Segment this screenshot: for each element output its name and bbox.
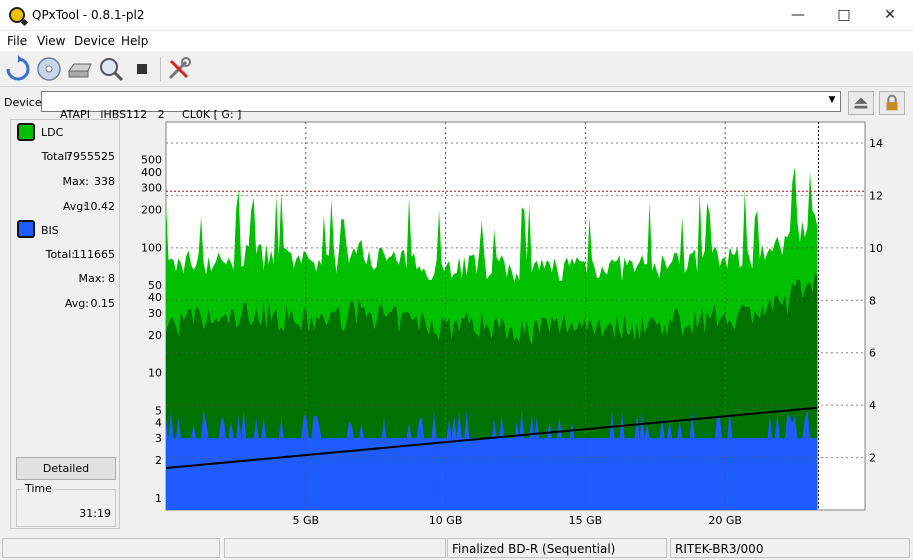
lock-button[interactable] [879, 91, 905, 115]
y-left-tick-label-13: 400 [141, 166, 162, 179]
ldc-total-value: 7955525 [66, 150, 115, 163]
toolbar-separator [160, 57, 161, 81]
x-tick-label-2: 15 GB [569, 514, 603, 527]
y-right-tick-label-1: 4 [869, 399, 876, 412]
time-value: 31:19 [79, 507, 111, 520]
y-left-tick-label-1: 2 [155, 454, 162, 467]
y-left-tick-label-0: 1 [155, 492, 162, 505]
y-left-tick-label-6: 20 [148, 329, 162, 342]
chart-area: 5 GB 10 GB 15 GB 20 GB 1 2 3 4 5 10 20 30 40 50 100 200… [120, 117, 913, 529]
menu-bar: File View Device Help [0, 31, 913, 51]
ldc-max-label: Max: [62, 175, 89, 188]
x-tick-label-3: 20 GB [708, 514, 742, 527]
eject-button[interactable] [848, 91, 874, 115]
y-left-tick-label-2: 3 [155, 432, 162, 445]
detailed-button[interactable]: Detailed [16, 457, 116, 480]
y-right-tick-label-4: 10 [869, 242, 883, 255]
status-bar: Finalized BD-R (Sequential) RITEK-BR3/00… [0, 536, 913, 560]
y-right-tick-label-0: 2 [869, 452, 876, 465]
y-left-tick-label-14: 500 [141, 154, 162, 167]
qpxtool-app-icon [9, 7, 25, 23]
eject-icon [854, 97, 868, 109]
status-disc: Finalized BD-R (Sequential) [447, 538, 667, 558]
title-bar: QPxTool - 0.8.1-pl2 — □ ✕ [0, 0, 913, 31]
x-tick-label-0: 5 GB [293, 514, 320, 527]
bis-max-value: 8 [108, 272, 115, 285]
y-right-tick-label-2: 6 [869, 347, 876, 360]
y-left-tick-label-11: 200 [141, 204, 162, 217]
stop-icon[interactable] [128, 55, 156, 83]
x-tick-label-1: 10 GB [429, 514, 463, 527]
y-right-tick-label-3: 8 [869, 294, 876, 307]
bis-swatch [17, 220, 35, 238]
menu-device[interactable]: Device [74, 34, 115, 48]
time-label: Time [23, 482, 54, 495]
lock-icon [886, 94, 898, 111]
window-title: QPxTool - 0.8.1-pl2 [32, 8, 145, 22]
ldc-legend-name: LDC [41, 126, 64, 139]
menu-help[interactable]: Help [121, 34, 148, 48]
y-right-tick-label-5: 12 [869, 189, 883, 202]
close-button[interactable]: ✕ [867, 0, 913, 31]
ldc-swatch [17, 123, 35, 141]
refresh-icon[interactable] [4, 55, 32, 83]
y-left-tick-label-4: 5 [155, 404, 162, 417]
y-left-tick-label-3: 4 [155, 416, 162, 429]
maximize-button[interactable]: □ [821, 0, 867, 31]
bis-avg-label: Avg: [64, 297, 89, 310]
y-left-tick-label-7: 30 [148, 307, 162, 320]
y-left-tick-label-5: 10 [148, 367, 162, 380]
time-box: Time 31:19 [16, 482, 116, 527]
status-media: RITEK-BR3/000 [670, 538, 910, 558]
disc-icon[interactable] [35, 55, 63, 83]
device-select[interactable]: ATAPI iHBS112 2 CL0K [ G: ] ▼ [41, 91, 841, 121]
ldc-bis-chart: 5 GB 10 GB 15 GB 20 GB123451020304050100200… [141, 121, 883, 527]
ldc-avg-value: 10.42 [83, 200, 116, 213]
status-cell-1 [2, 538, 220, 558]
y-left-tick-label-12: 300 [141, 182, 162, 195]
y-right-tick-label-6: 14 [869, 137, 883, 150]
status-cell-2 [224, 538, 446, 558]
bis-total-value: 111665 [73, 248, 115, 261]
bis-total-label: Total: [45, 248, 75, 261]
y-left-tick-label-9: 50 [148, 279, 162, 292]
chevron-down-icon[interactable]: ▼ [826, 95, 838, 108]
settings-tools-icon[interactable] [165, 55, 193, 83]
scan-icon[interactable] [97, 55, 125, 83]
drive-icon[interactable] [66, 55, 94, 83]
ldc-max-value: 338 [94, 175, 115, 188]
bis-max-label: Max: [78, 272, 105, 285]
bis-legend-name: BIS [41, 224, 59, 237]
bis-avg-value: 0.15 [90, 297, 116, 310]
y-left-tick-label-10: 100 [141, 241, 162, 254]
toolbar [0, 51, 913, 87]
y-left-tick-label-8: 40 [148, 291, 162, 304]
device-label: Device: [4, 96, 46, 109]
minimize-button[interactable]: — [775, 0, 821, 31]
menu-file[interactable]: File [7, 34, 27, 48]
device-bar: Device: ATAPI iHBS112 2 CL0K [ G: ] ▼ [0, 87, 913, 121]
menu-view[interactable]: View [37, 34, 65, 48]
